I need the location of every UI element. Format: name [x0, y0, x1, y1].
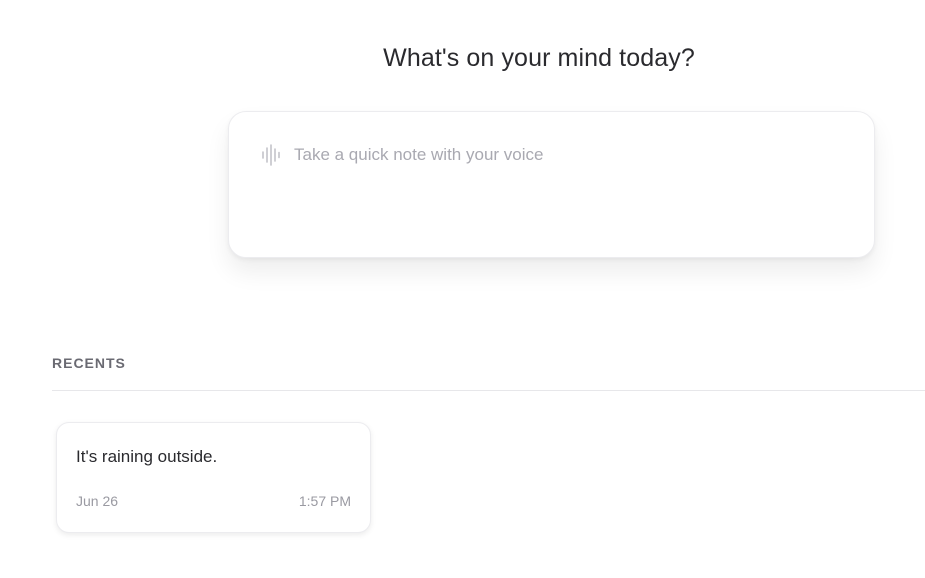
recent-note-text: It's raining outside. — [76, 447, 218, 466]
voice-waveform-icon — [261, 144, 281, 166]
voice-note-input[interactable]: Take a quick note with your voice — [228, 111, 875, 258]
voice-note-placeholder: Take a quick note with your voice — [294, 145, 544, 164]
recent-note-date: Jun 26 — [76, 493, 119, 509]
recent-note-card[interactable]: It's raining outside. Jun 26 1:57 PM — [56, 422, 371, 533]
page: What's on your mind today? Take a quick … — [0, 0, 925, 578]
recents-divider — [52, 390, 925, 391]
page-title: What's on your mind today? — [383, 44, 695, 72]
recent-note-time: 1:57 PM — [298, 493, 351, 509]
recents-heading: RECENTS — [52, 355, 126, 371]
